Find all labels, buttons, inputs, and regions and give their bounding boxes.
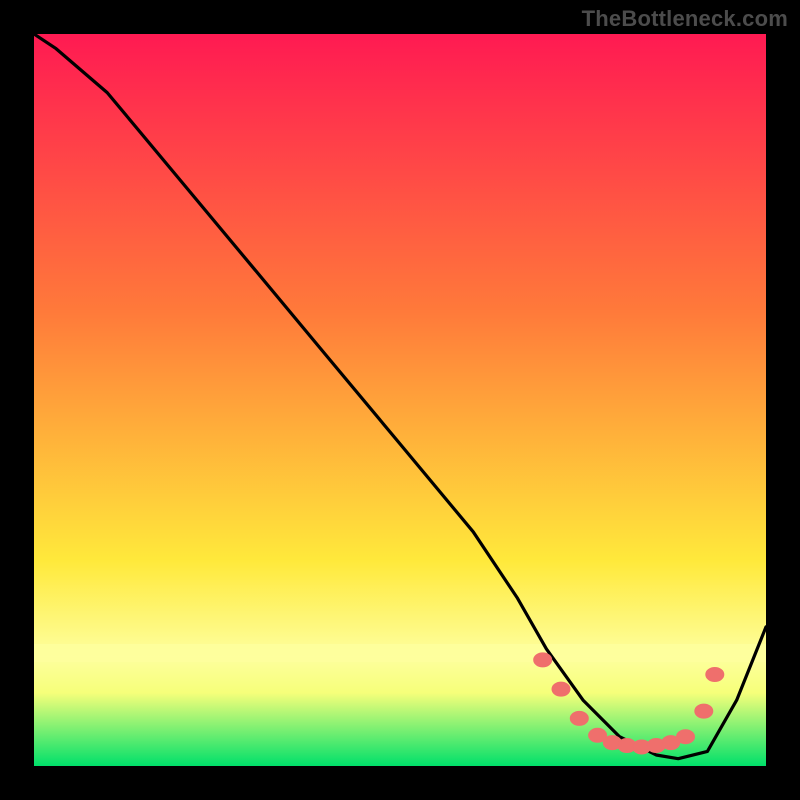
plot-area <box>34 34 766 766</box>
benchmark-dot <box>552 682 570 696</box>
benchmark-dot <box>706 668 724 682</box>
pale-band <box>34 644 766 662</box>
watermark-text: TheBottleneck.com <box>582 6 788 32</box>
benchmark-dot <box>677 730 695 744</box>
benchmark-dot <box>570 711 588 725</box>
benchmark-dot <box>695 704 713 718</box>
chart-svg <box>34 34 766 766</box>
benchmark-dot <box>534 653 552 667</box>
chart-stage: TheBottleneck.com <box>0 0 800 800</box>
